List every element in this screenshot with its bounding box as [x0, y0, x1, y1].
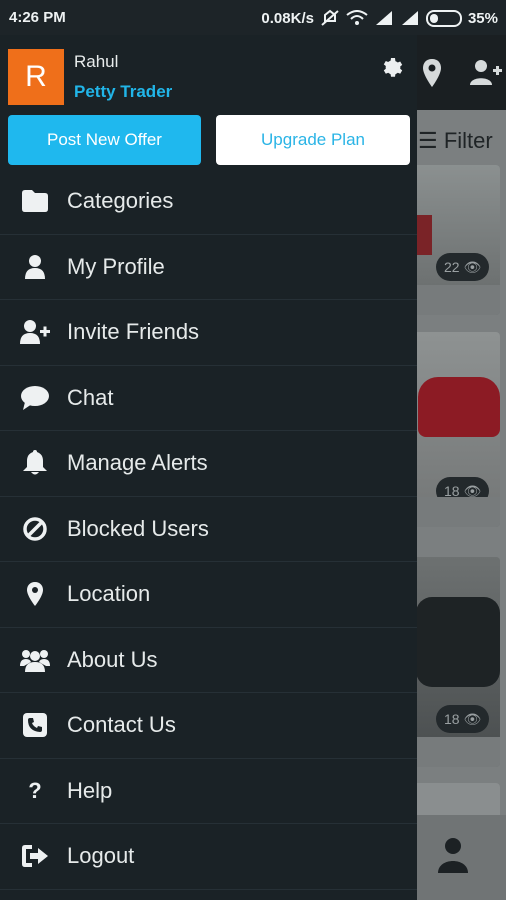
menu-item-label: My Profile [67, 253, 165, 279]
menu-item-label: Blocked Users [67, 515, 209, 541]
view-count: 22 👁 [436, 253, 490, 281]
background-bottom-bar [412, 815, 506, 900]
listing-card: 18 👁 [412, 557, 500, 767]
menu-item-categories[interactable]: Categories [0, 169, 417, 235]
post-new-offer-button[interactable]: Post New Offer [8, 115, 201, 165]
question-icon: ? [28, 777, 42, 803]
logout-icon [20, 841, 50, 871]
upgrade-plan-button[interactable]: Upgrade Plan [216, 115, 410, 165]
menu-item-label: Chat [67, 384, 114, 410]
menu-item-about-us[interactable]: About Us [0, 628, 417, 693]
filter-icon: ☰ [418, 128, 444, 153]
menu-item-label: Categories [67, 188, 174, 214]
menu-item-label: About Us [67, 646, 158, 672]
location-pin-icon [20, 579, 50, 609]
signal-icon [400, 11, 420, 25]
menu-item-chat[interactable]: Chat [0, 366, 417, 431]
listing-actions [412, 285, 500, 315]
avatar[interactable]: R [8, 49, 64, 105]
chat-icon [20, 383, 50, 413]
filter-label: Filter [443, 128, 493, 153]
menu-item-label: Help [67, 777, 113, 803]
menu-item-my-profile[interactable]: My Profile [0, 235, 417, 300]
location-pin-icon [423, 59, 441, 87]
menu-item-blocked-users[interactable]: Blocked Users [0, 497, 417, 562]
plan-name: Petty Trader [74, 82, 173, 101]
menu-item-label: Logout [67, 843, 135, 869]
listing-card: 22 👁 [412, 165, 500, 315]
battery-icon [425, 9, 462, 27]
signal-icon [374, 11, 394, 25]
network-speed: 0.08K/s [261, 9, 314, 27]
menu-item-help[interactable]: ? Help [0, 759, 417, 824]
add-user-icon [470, 60, 502, 85]
user-icon [20, 252, 50, 282]
menu-item-label: Contact Us [67, 712, 176, 738]
menu-item-label: Invite Friends [67, 319, 200, 345]
menu-item-invite-friends[interactable]: Invite Friends [0, 300, 417, 366]
view-count: 18 👁 [436, 705, 490, 733]
drawer-menu: Categories My Profile Invite Friends Cha… [0, 169, 417, 890]
menu-item-contact-us[interactable]: Contact Us [0, 693, 417, 759]
bell-icon [20, 448, 50, 478]
menu-item-label: Manage Alerts [67, 450, 208, 476]
gear-icon[interactable] [381, 56, 405, 80]
group-icon [20, 645, 50, 675]
menu-item-location[interactable]: Location [0, 562, 417, 628]
listing-actions [412, 497, 500, 527]
status-time: 4:26 PM [9, 9, 66, 26]
battery-level: 35% [467, 9, 498, 27]
listing-card: 18 👁 [412, 332, 500, 527]
folder-icon [20, 186, 50, 216]
menu-item-logout[interactable]: Logout [0, 824, 417, 890]
profile-icon [438, 838, 468, 873]
status-bar: 4:26 PM 0.08K/s 35% [0, 0, 506, 35]
wifi-icon [346, 10, 368, 26]
menu-item-label: Location [67, 581, 151, 607]
navigation-drawer: R Rahul Petty Trader Post New Offer Upgr… [0, 35, 417, 900]
menu-item-manage-alerts[interactable]: Manage Alerts [0, 431, 417, 497]
user-name: Rahul [74, 52, 119, 71]
phone-icon [20, 710, 50, 740]
mute-icon [320, 9, 340, 27]
drawer-profile-header: R Rahul Petty Trader [0, 35, 417, 115]
block-icon [20, 514, 50, 544]
user-plus-icon [20, 317, 50, 347]
listing-actions [412, 737, 500, 767]
